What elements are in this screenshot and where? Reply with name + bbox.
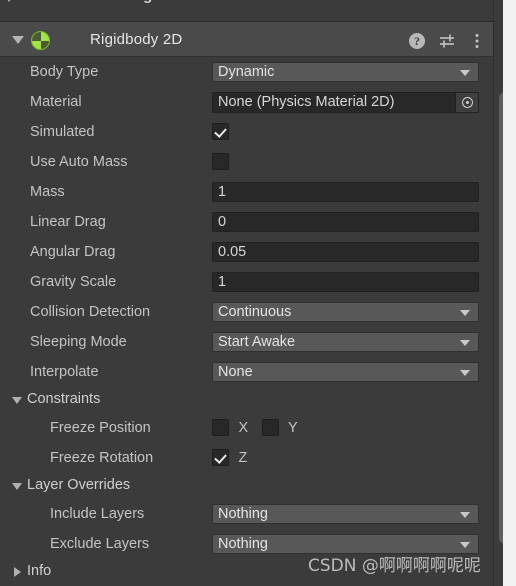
gravity-scale-value: 1: [218, 274, 227, 290]
angular-drag-input[interactable]: 0.05: [212, 242, 479, 262]
property-label: Mass: [30, 184, 65, 200]
property-row-freeze-rotation: Freeze Rotation Z: [0, 443, 493, 473]
property-label: Include Layers: [50, 506, 145, 522]
chevron-down-icon: [460, 310, 470, 316]
property-row-simulated: Simulated: [0, 117, 493, 147]
chevron-down-icon: [460, 542, 470, 548]
body-type-value: Dynamic: [218, 64, 275, 80]
section-additional-settings-label: Additional Settings: [24, 0, 161, 4]
property-row-sleeping-mode: Sleeping Mode Start Awake: [0, 327, 493, 357]
preset-sliders-icon[interactable]: [439, 33, 455, 49]
component-title: Rigidbody 2D: [90, 31, 183, 48]
axis-label-z: Z: [238, 449, 248, 466]
component-header-rigidbody2d[interactable]: Rigidbody 2D ?: [0, 21, 493, 57]
include-layers-value: Nothing: [218, 506, 268, 522]
mass-input[interactable]: 1: [212, 182, 479, 202]
section-constraints-label: Constraints: [27, 391, 101, 407]
collision-detection-dropdown[interactable]: Continuous: [212, 302, 479, 322]
help-icon[interactable]: ?: [409, 33, 425, 49]
property-label: Sleeping Mode: [30, 334, 127, 350]
property-label: Body Type: [30, 64, 99, 80]
property-label: Linear Drag: [30, 214, 106, 230]
section-layer-overrides-label: Layer Overrides: [27, 477, 131, 493]
section-info[interactable]: Info: [0, 559, 493, 585]
section-additional-settings[interactable]: Additional Settings: [0, 0, 493, 20]
property-row-use-auto-mass: Use Auto Mass: [0, 147, 493, 177]
property-label: Collision Detection: [30, 304, 151, 320]
property-label: Freeze Position: [50, 420, 151, 436]
axis-label-x: X: [238, 419, 249, 436]
chevron-right-icon: [14, 567, 21, 577]
interpolate-dropdown[interactable]: None: [212, 362, 479, 382]
property-row-gravity-scale: Gravity Scale 1: [0, 267, 493, 297]
property-label: Material: [30, 94, 82, 110]
property-row-exclude-layers: Exclude Layers Nothing: [0, 529, 493, 559]
exclude-layers-dropdown[interactable]: Nothing: [212, 534, 479, 554]
property-row-linear-drag: Linear Drag 0: [0, 207, 493, 237]
freeze-position-y-checkbox[interactable]: [261, 419, 279, 437]
body-type-dropdown[interactable]: Dynamic: [212, 62, 479, 82]
component-body: Body Type Dynamic Material None (Physics…: [0, 57, 493, 585]
chevron-down-icon: [460, 340, 470, 346]
property-label: Freeze Rotation: [50, 450, 154, 466]
sleeping-mode-dropdown[interactable]: Start Awake: [212, 332, 479, 352]
property-row-body-type: Body Type Dynamic: [0, 57, 493, 87]
linear-drag-input[interactable]: 0: [212, 212, 479, 232]
property-row-angular-drag: Angular Drag 0.05: [0, 237, 493, 267]
chevron-down-icon: [460, 512, 470, 518]
freeze-position-x-checkbox[interactable]: [212, 419, 229, 437]
property-row-include-layers: Include Layers Nothing: [0, 499, 493, 529]
object-picker-icon[interactable]: [455, 92, 478, 112]
property-label: Gravity Scale: [30, 274, 117, 290]
section-layer-overrides[interactable]: Layer Overrides: [0, 473, 493, 499]
interpolate-value: None: [218, 364, 253, 380]
property-row-collision-detection: Collision Detection Continuous: [0, 297, 493, 327]
chevron-down-icon[interactable]: [12, 36, 24, 44]
property-row-material: Material None (Physics Material 2D): [0, 87, 493, 117]
axis-label-y: Y: [288, 419, 298, 436]
material-object-field[interactable]: None (Physics Material 2D): [212, 91, 479, 113]
exclude-layers-value: Nothing: [218, 536, 268, 552]
use-auto-mass-checkbox[interactable]: [212, 153, 229, 171]
property-label: Exclude Layers: [50, 536, 150, 552]
rigidbody2d-icon: [31, 31, 50, 50]
angular-drag-value: 0.05: [218, 244, 247, 260]
chevron-down-icon: [460, 70, 470, 76]
linear-drag-value: 0: [218, 214, 227, 230]
section-constraints[interactable]: Constraints: [0, 387, 493, 413]
property-row-mass: Mass 1: [0, 177, 493, 207]
property-label: Angular Drag: [30, 244, 116, 260]
property-row-freeze-position: Freeze Position X Y: [0, 413, 493, 443]
chevron-down-icon: [12, 483, 22, 490]
property-label: Simulated: [30, 124, 95, 140]
inspector-panel: Additional Settings Rigidbody 2D ?: [0, 0, 516, 586]
property-label: Interpolate: [30, 364, 99, 380]
freeze-rotation-z-checkbox[interactable]: [212, 449, 229, 467]
sleeping-mode-value: Start Awake: [218, 334, 296, 350]
section-info-label: Info: [27, 563, 52, 579]
material-value: None (Physics Material 2D): [218, 94, 395, 110]
simulated-checkbox[interactable]: [212, 123, 229, 141]
page-edge: [503, 0, 516, 586]
collision-detection-value: Continuous: [218, 304, 292, 320]
include-layers-dropdown[interactable]: Nothing: [212, 504, 479, 524]
chevron-down-icon: [460, 370, 470, 376]
chevron-right-icon: [8, 0, 15, 2]
property-label: Use Auto Mass: [30, 154, 128, 170]
mass-value: 1: [218, 184, 227, 200]
more-options-icon[interactable]: [469, 33, 485, 49]
property-row-interpolate: Interpolate None: [0, 357, 493, 387]
gravity-scale-input[interactable]: 1: [212, 272, 479, 292]
chevron-down-icon: [12, 397, 22, 404]
